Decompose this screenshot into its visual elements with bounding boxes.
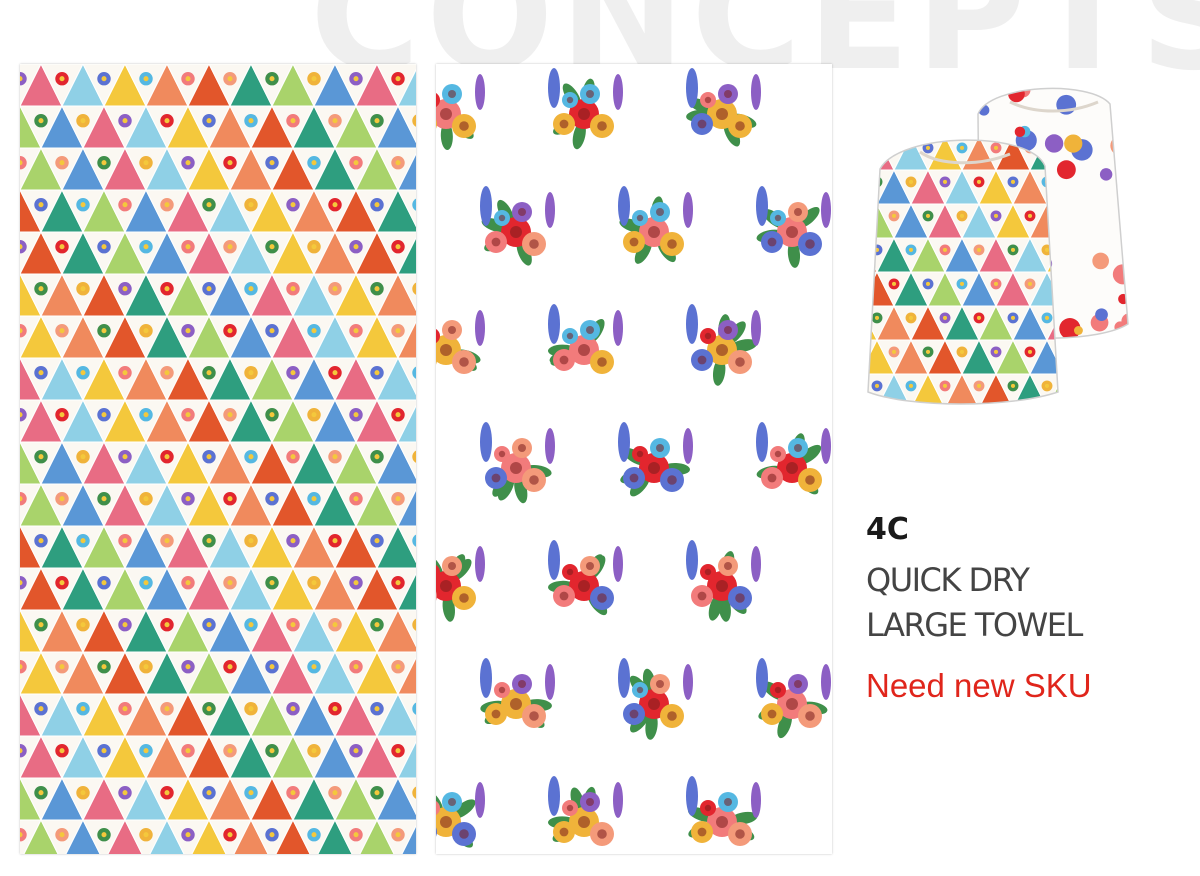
product-info: 4C QUICK DRY LARGE TOWEL Need new SKU [866,512,1092,706]
towel-floral-pattern-image [436,64,832,854]
towel-diamond-pattern-image [20,64,416,854]
drawstring-bags-image [860,74,1150,410]
product-name-line-2: LARGE TOWEL [866,606,1083,644]
product-code: 4C [866,512,909,547]
sku-note: Need new SKU [866,667,1092,704]
product-name: QUICK DRY LARGE TOWEL [866,558,1092,648]
product-name-line-1: QUICK DRY [866,561,1030,599]
